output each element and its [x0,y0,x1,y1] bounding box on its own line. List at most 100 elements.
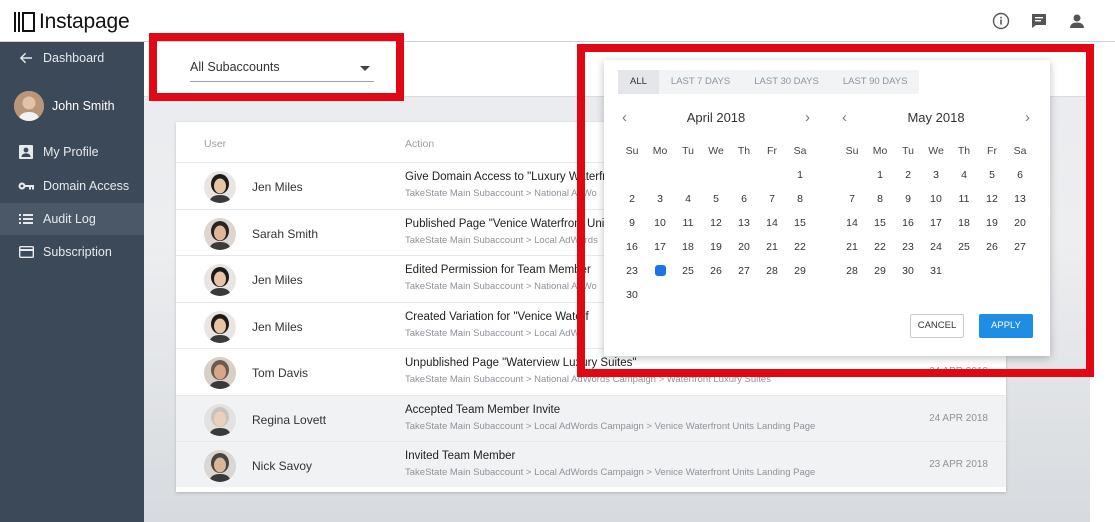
calendar-day[interactable]: 28 [758,264,786,288]
action-text: Edited Permission for Team Member [405,264,591,276]
calendar-day[interactable]: 30 [894,264,922,288]
sidebar-item-my-profile[interactable]: My Profile [0,136,144,168]
calendar-day[interactable]: 2 [618,192,646,216]
subaccount-select[interactable]: All Subaccounts [190,60,374,82]
calendar-day[interactable]: 5 [702,192,730,216]
calendar-day[interactable]: 11 [674,216,702,240]
calendar-day[interactable]: 6 [730,192,758,216]
calendar-day[interactable]: 1 [786,168,814,192]
calendar-day[interactable]: 9 [618,216,646,240]
calendar-day[interactable]: 3 [646,192,674,216]
calendar-day[interactable]: 13 [730,216,758,240]
apply-button[interactable]: APPLY [979,314,1033,338]
preset-all[interactable]: ALL [618,70,659,94]
calendar-day[interactable]: 10 [922,192,950,216]
calendar-day[interactable]: 1 [866,168,894,192]
calendar-day[interactable]: 29 [786,264,814,288]
avatar [204,403,236,436]
calendar-day[interactable]: 12 [702,216,730,240]
calendar-day[interactable]: 19 [978,216,1006,240]
calendar-day[interactable]: 5 [978,168,1006,192]
calendar-day[interactable]: 31 [922,264,950,288]
calendar-day[interactable]: 27 [730,264,758,288]
calendar-day[interactable]: 15 [786,216,814,240]
calendar-day[interactable]: 14 [758,216,786,240]
calendar-day[interactable]: 2 [894,168,922,192]
calendar-day[interactable]: 27 [1006,240,1034,264]
calendar-day[interactable]: 21 [758,240,786,264]
calendar-day[interactable]: 28 [838,264,866,288]
calendar-empty-cell [646,168,674,192]
calendar-day[interactable]: 13 [1006,192,1034,216]
sidebar-item-audit-log[interactable]: Audit Log [0,203,144,235]
calendar-day-today[interactable]: 24 [646,264,674,288]
calendar-day[interactable]: 6 [1006,168,1034,192]
calendar-day[interactable]: 11 [950,192,978,216]
next-month-icon[interactable]: › [1025,106,1030,130]
next-month-icon[interactable]: › [805,106,810,130]
account-icon[interactable] [1067,11,1087,31]
calendar-day[interactable]: 20 [1006,216,1034,240]
calendar-day[interactable]: 18 [950,216,978,240]
calendar-day[interactable]: 25 [674,264,702,288]
dashboard-label: Dashboard [43,51,105,65]
calendar-day[interactable]: 4 [674,192,702,216]
calendar-day[interactable]: 29 [866,264,894,288]
subaccount-select-value: All Subaccounts [190,60,280,74]
weekday-label: Fr [987,145,997,157]
calendar-day[interactable]: 16 [894,216,922,240]
top-bar: Instapage [0,0,1115,42]
calendar-day[interactable]: 14 [838,216,866,240]
calendar-day[interactable]: 17 [646,240,674,264]
calendar-day[interactable]: 19 [702,240,730,264]
calendar-day[interactable]: 9 [894,192,922,216]
calendar-day[interactable]: 30 [618,288,646,312]
calendar-day[interactable]: 10 [646,216,674,240]
calendar-day[interactable]: 18 [674,240,702,264]
back-to-dashboard-link[interactable]: Dashboard [0,42,144,74]
table-row[interactable]: Regina Lovett Accepted Team Member Invite… [176,394,1006,441]
user-name: Sarah Smith [252,226,319,241]
table-row[interactable]: Nick Savoy Invited Team Member TakeState M… [176,441,1006,487]
calendar-day[interactable]: 7 [758,192,786,216]
user-name: Nick Savoy [252,459,313,473]
sidebar-item-domain-access[interactable]: Domain Access [0,170,144,202]
sidebar-item-subscription[interactable]: Subscription [0,236,144,268]
calendar-day[interactable]: 26 [978,240,1006,264]
calendar-day[interactable]: 15 [866,216,894,240]
calendar-day[interactable]: 7 [838,192,866,216]
column-header-action: Action [405,138,435,150]
action-path: TakeState Main Subaccount > Local AdWord… [405,420,816,432]
user-name: Tom Davis [252,366,309,380]
preset-last-90-days[interactable]: LAST 90 DAYS [831,70,920,94]
month-title: April 2018 [686,110,746,125]
calendar-day[interactable]: 25 [950,240,978,264]
calendar-day[interactable]: 8 [786,192,814,216]
avatar [204,357,236,389]
action-path: TakeState Main Subaccount > Local AdWord… [405,234,598,246]
chat-icon[interactable] [1029,11,1049,31]
instapage-logo[interactable]: Instapage [14,10,130,34]
calendar-day[interactable]: 26 [702,264,730,288]
calendar-day[interactable]: 3 [922,168,950,192]
prev-month-icon[interactable]: ‹ [622,106,627,130]
month-title: May 2018 [907,110,965,125]
calendar-day[interactable]: 16 [618,240,646,264]
preset-last-7-days[interactable]: LAST 7 DAYS [659,70,742,94]
preset-last-30-days[interactable]: LAST 30 DAYS [742,70,831,94]
calendar-day[interactable]: 23 [894,240,922,264]
calendar-day[interactable]: 12 [978,192,1006,216]
calendar-day[interactable]: 20 [730,240,758,264]
calendar-day[interactable]: 8 [866,192,894,216]
calendar-day[interactable]: 22 [786,240,814,264]
sidebar-user[interactable]: John Smith [0,86,144,126]
calendar-day[interactable]: 22 [866,240,894,264]
calendar-day[interactable]: 23 [618,264,646,288]
calendar-day[interactable]: 24 [922,240,950,264]
cancel-button[interactable]: CANCEL [910,314,964,338]
calendar-day[interactable]: 17 [922,216,950,240]
calendar-day[interactable]: 21 [838,240,866,264]
calendar-day[interactable]: 4 [950,168,978,192]
prev-month-icon[interactable]: ‹ [842,106,847,130]
info-icon[interactable] [991,11,1011,31]
